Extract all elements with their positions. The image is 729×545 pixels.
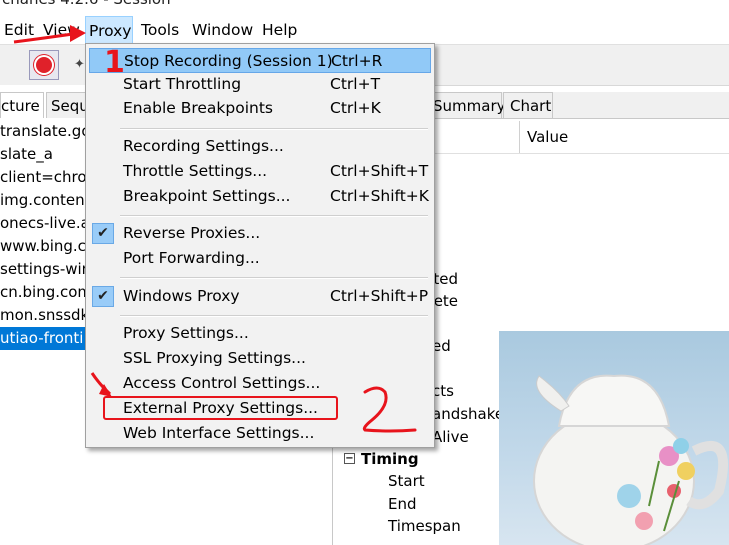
arrowhead-icon <box>70 25 86 42</box>
annotation-stroke-2 <box>362 386 417 433</box>
annotation-overlay <box>13 25 417 433</box>
annotation-step-1: 1 <box>104 45 125 80</box>
